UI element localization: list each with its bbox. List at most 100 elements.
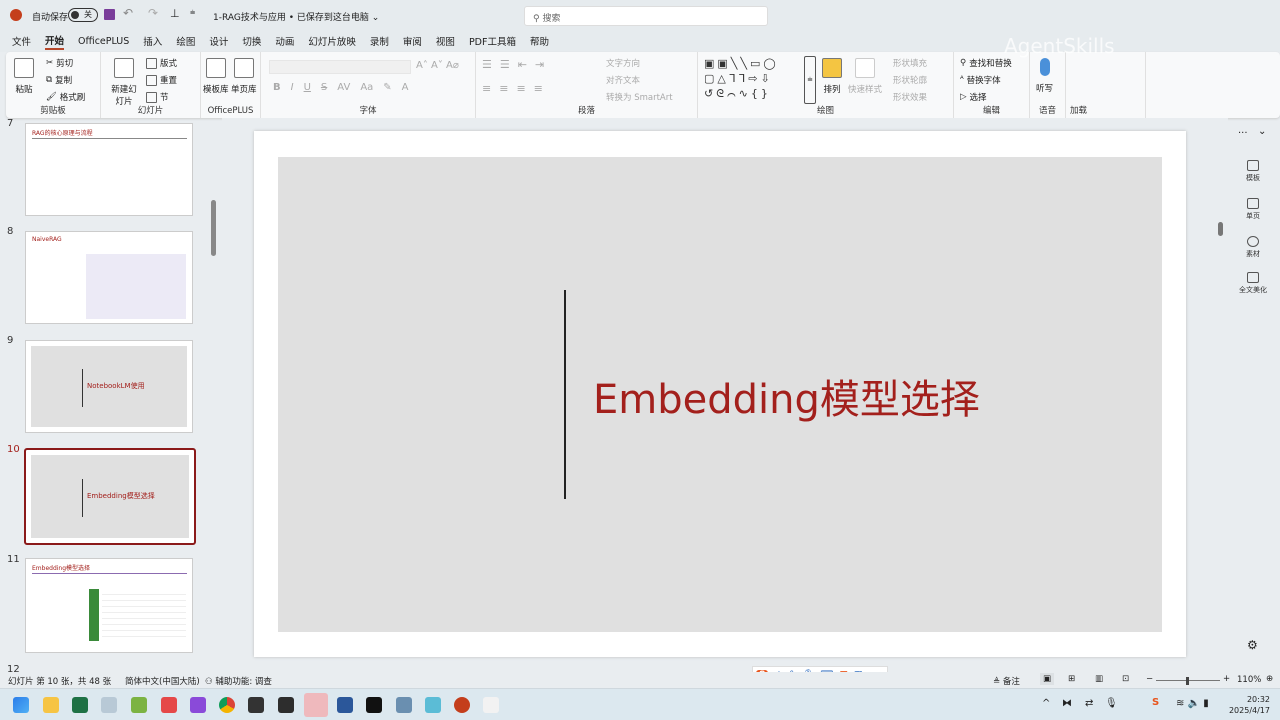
format-painter-button[interactable]: 🖌 格式刷 — [46, 91, 85, 103]
slide-thumbnail-10-selected[interactable]: Embedding模型选择 — [24, 448, 196, 545]
undo-icon[interactable]: ↶ — [123, 6, 133, 20]
font-name-select[interactable] — [269, 60, 411, 74]
reset-button[interactable]: 重置 — [146, 74, 177, 86]
word-icon[interactable] — [337, 697, 353, 713]
new-slide-button[interactable]: 新建幻灯片 — [109, 58, 139, 107]
align-left-icon[interactable]: ≡ — [482, 82, 491, 95]
tab-officeplus[interactable]: OfficePLUS — [78, 36, 129, 47]
underline-button[interactable]: U — [304, 82, 311, 93]
app-purple-icon[interactable] — [190, 697, 206, 713]
single-page-library-button[interactable]: 单页库 — [231, 58, 257, 95]
shapes-more-button[interactable]: ⩧ — [804, 56, 816, 104]
customize-toolbar-icon[interactable]: ⩧ — [190, 8, 195, 18]
smartart-button[interactable]: 转换为 SmartArt — [606, 91, 673, 103]
tray-microphone-icon[interactable]: 🎙 — [1105, 698, 1118, 709]
tab-draw[interactable]: 绘图 — [176, 34, 195, 48]
numbering-icon[interactable]: ☰ — [500, 58, 510, 71]
align-center-icon[interactable]: ≡ — [499, 82, 508, 95]
font-color-icon[interactable]: A — [402, 82, 409, 93]
zoom-in-button[interactable]: + — [1223, 674, 1230, 684]
tab-insert[interactable]: 插入 — [143, 34, 162, 48]
shape-fill-button[interactable]: 形状填充 — [893, 57, 927, 69]
template-pane-button[interactable]: 模板 — [1238, 160, 1268, 183]
image-viewer-icon[interactable] — [101, 697, 117, 713]
slide-thumbnail-7[interactable]: RAG的核心原理与流程 — [25, 123, 193, 216]
notes-button[interactable]: ≜ 备注 — [993, 675, 1020, 687]
powerpoint-icon[interactable] — [454, 697, 470, 713]
redo-icon[interactable]: ↷ — [148, 6, 158, 20]
tray-settings-icon[interactable]: ⇄ — [1085, 698, 1093, 709]
change-case-button[interactable]: Aa — [360, 82, 373, 93]
indent-icon[interactable]: ⇤ — [518, 58, 527, 71]
search-input[interactable]: ⚲ 搜索 — [524, 6, 768, 26]
save-icon[interactable] — [104, 9, 115, 20]
strike-button[interactable]: S — [321, 82, 327, 93]
presentation-icon[interactable]: ⊥ — [170, 7, 180, 20]
start-button-icon[interactable] — [13, 697, 29, 713]
find-replace-button[interactable]: ⚲ 查找和替换 — [960, 57, 1012, 69]
notepad-icon[interactable] — [396, 697, 412, 713]
outdent-icon[interactable]: ⇥ — [535, 58, 544, 71]
zoom-slider[interactable] — [1156, 677, 1220, 685]
document-title[interactable]: 1-RAG技术与应用 • 已保存到这台电脑 ⌄ — [213, 10, 379, 23]
collapse-chevron-icon[interactable]: ⌄ — [1258, 126, 1266, 137]
shape-outline-button[interactable]: 形状轮廓 — [893, 74, 927, 86]
sublime-icon[interactable] — [248, 697, 264, 713]
quick-styles-button[interactable]: 快速样式 — [848, 58, 882, 95]
shapes-gallery[interactable]: ▣▣╲╲▭◯ ▢△ᒣᒣ⇨⇩ ↺ᘓ⌒∿{} — [704, 56, 804, 102]
app-black-icon[interactable] — [366, 697, 382, 713]
section-button[interactable]: 节 — [146, 91, 169, 103]
settings-gear-icon[interactable]: ⚙ — [1247, 638, 1258, 652]
thumbnail-scrollbar[interactable] — [211, 200, 216, 256]
tab-design[interactable]: 设计 — [209, 34, 228, 48]
panda-app-icon[interactable] — [483, 697, 499, 713]
tab-pdf-tools[interactable]: PDF工具箱 — [469, 34, 516, 48]
reading-view-icon[interactable]: ▥ — [1095, 674, 1103, 684]
app-green-icon[interactable] — [131, 697, 147, 713]
justify-icon[interactable]: ≡ — [534, 82, 543, 95]
tab-animations[interactable]: 动画 — [275, 34, 294, 48]
tray-sogou-icon[interactable]: S — [1152, 697, 1159, 708]
show-hidden-icons[interactable]: ^ — [1042, 698, 1050, 709]
paste-button[interactable]: 粘贴 — [14, 58, 34, 95]
shape-effects-button[interactable]: 形状效果 — [893, 91, 927, 103]
bold-button[interactable]: B — [273, 82, 281, 93]
materials-pane-button[interactable]: 素材 — [1238, 236, 1268, 259]
cut-button[interactable]: ✂ 剪切 — [46, 57, 73, 69]
bullets-icon[interactable]: ☰ — [482, 58, 492, 71]
tab-file[interactable]: 文件 — [12, 34, 31, 48]
highlight-icon[interactable]: ✎ — [383, 82, 391, 93]
tab-record[interactable]: 录制 — [370, 34, 389, 48]
file-explorer-icon[interactable] — [43, 697, 59, 713]
clock[interactable]: 20:32 2025/4/17 — [1228, 694, 1270, 716]
autosave-toggle[interactable]: 关 — [68, 8, 98, 22]
fit-to-window-icon[interactable]: ⊕ — [1266, 674, 1273, 684]
zoom-level[interactable]: 110% — [1237, 675, 1261, 685]
layout-button[interactable]: 版式 — [146, 57, 177, 69]
slide-thumbnail-9[interactable]: NotebookLM使用 — [25, 340, 193, 433]
tab-transitions[interactable]: 切换 — [242, 34, 261, 48]
accessibility-status[interactable]: ⚇ 辅助功能: 调查 — [205, 675, 272, 687]
language-status[interactable]: 简体中文(中国大陆) — [125, 675, 200, 687]
slideshow-view-icon[interactable]: ⊡ — [1122, 674, 1129, 684]
wechat-icon[interactable] — [304, 693, 328, 717]
font-size-buttons[interactable]: A˄ A˅ A⌀ — [416, 60, 459, 71]
copy-button[interactable]: ⧉ 复制 — [46, 74, 72, 86]
select-button[interactable]: ▷ 选择 — [960, 91, 987, 103]
excel-icon[interactable] — [72, 697, 88, 713]
replace-font-button[interactable]: ᴬ 替换字体 — [960, 74, 1001, 86]
tab-slideshow[interactable]: 幻灯片放映 — [308, 34, 356, 48]
slide-thumbnail-8[interactable]: NaiveRAG — [25, 231, 193, 324]
arrange-button[interactable]: 排列 — [822, 58, 842, 95]
wifi-icon[interactable]: ≋ 🔈 ▮ — [1176, 698, 1209, 709]
single-page-pane-button[interactable]: 单页 — [1238, 198, 1268, 221]
text-direction-button[interactable]: 文字方向 — [606, 57, 640, 69]
align-right-icon[interactable]: ≡ — [516, 82, 525, 95]
cloud-app-icon[interactable] — [425, 697, 441, 713]
tab-view[interactable]: 视图 — [436, 34, 455, 48]
dictate-button[interactable]: 听写 — [1036, 58, 1053, 94]
more-options-icon[interactable]: ··· — [1238, 128, 1248, 139]
char-spacing-icon[interactable]: AV — [337, 82, 350, 93]
align-buttons[interactable]: ≡ ≡ ≡ ≡ — [482, 82, 543, 95]
app-red-icon[interactable] — [161, 697, 177, 713]
